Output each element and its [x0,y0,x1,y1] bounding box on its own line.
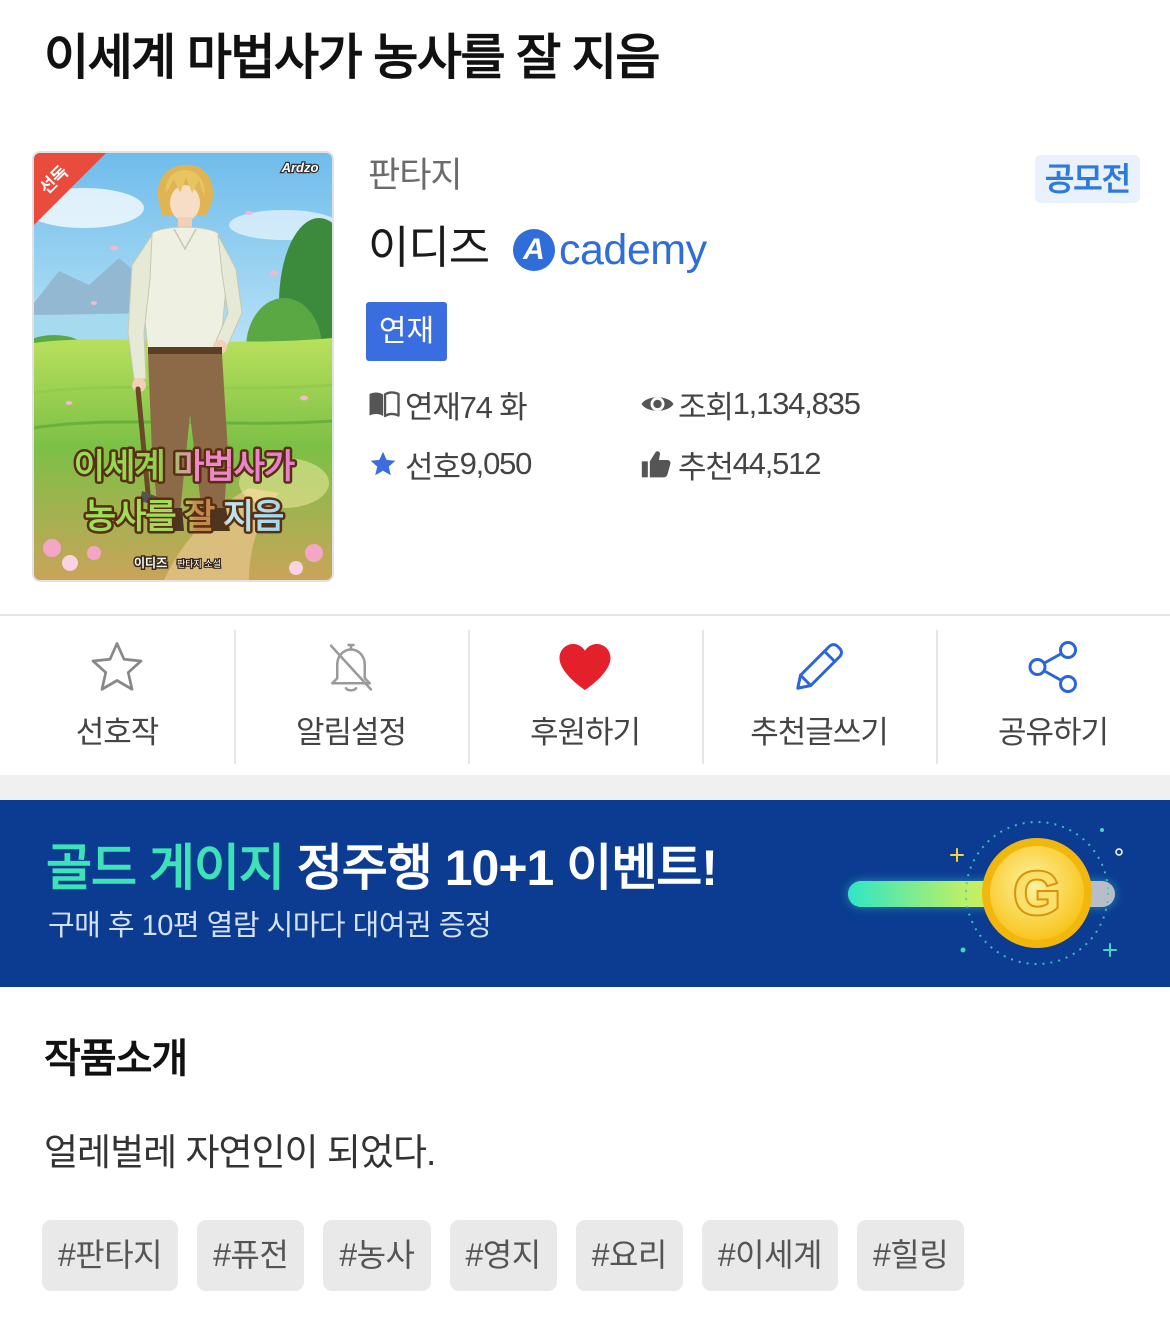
write-recommendation-button[interactable]: 추천글쓰기 [702,616,936,775]
cover-byline-genre: 판타지 소설 [177,559,221,569]
cover-title-line2: 농사를 잘 지음 [85,498,284,536]
favorite-button[interactable]: 선호작 [0,616,234,775]
stat-label: 조회 [678,389,734,425]
banner-headline: 골드 게이지 정주행 10+1 이벤트! [46,838,718,898]
intro-heading: 작품소개 [44,1037,188,1081]
novel-detail-page: 이세계 마법사가 농사를 잘 지음 선독 Ardzo 이세계 마법사가 농사를 … [0,0,1170,1332]
gold-coin-graphic: G [950,821,1123,965]
cover-byline-author: 이디즈 [134,555,167,570]
academy-mark-icon: A [513,229,555,271]
write-recommendation-label: 추천글쓰기 [750,715,889,750]
stat-value: 44,512 [732,446,822,481]
cover-publisher-logo: Ardzo [281,160,319,175]
stat-episodes: 연재 74 화 [368,384,528,425]
status-badge: 연재 [366,302,447,361]
tag-chip[interactable]: #퓨전 [197,1220,305,1291]
sponsor-button-label: 후원하기 [529,715,641,750]
stat-value: 9,050 [459,446,533,481]
stat-label: 선호 [405,449,461,485]
author-name-link[interactable]: 이디즈 [368,220,490,276]
action-separator [234,630,236,764]
banner-highlight-text: 골드 게이지 [46,840,285,896]
tag-chip[interactable]: #영지 [449,1220,557,1291]
cover-title-line1: 이세계 마법사가 [74,448,295,486]
academy-logo-text: cademy [559,226,707,274]
tag-list: #판타지 #퓨전 #농사 #영지 #요리 #이세계 #힐링 [42,1220,965,1291]
contest-badge[interactable]: 공모전 [1035,155,1140,203]
share-button[interactable]: 공유하기 [936,616,1170,775]
action-bar: 선호작 알림설정 후원하기 추천글쓰기 공유하기 [0,616,1170,775]
book-icon [369,391,400,418]
coin-g-icon: G [1014,860,1061,927]
stat-recommends: 추천 44,512 [640,444,822,485]
star-outline-icon [91,642,143,691]
action-separator [702,630,704,764]
academy-logo[interactable]: A cademy [513,228,707,272]
thumbs-up-icon [641,451,671,478]
banner-subtitle: 구매 후 10편 열람 시마다 대여권 증정 [48,910,492,942]
section-spacer [0,775,1170,800]
stat-label: 추천 [678,449,734,485]
heart-icon [559,644,611,690]
notification-settings-button[interactable]: 알림설정 [234,616,468,775]
sponsor-button[interactable]: 후원하기 [468,616,702,775]
favorite-button-label: 선호작 [75,715,160,750]
action-separator [468,630,470,764]
genre-link[interactable]: 판타지 [368,152,463,200]
star-icon [370,451,396,476]
page-title: 이세계 마법사가 농사를 잘 지음 [44,31,661,85]
tag-chip[interactable]: #판타지 [42,1220,179,1291]
cover-illustration: 선독 Ardzo 이세계 마법사가 농사를 잘 지음 이디즈 판타지 소설 [34,153,332,580]
tag-chip[interactable]: #농사 [323,1220,431,1291]
stat-label: 연재 [405,389,461,425]
cover-image[interactable]: 선독 Ardzo 이세계 마법사가 농사를 잘 지음 이디즈 판타지 소설 [32,151,334,582]
intro-description: 얼레벌레 자연인이 되었다. [44,1132,436,1173]
share-button-label: 공유하기 [997,715,1109,750]
tag-chip[interactable]: #이세계 [701,1220,838,1291]
tag-chip[interactable]: #요리 [575,1220,683,1291]
stat-favorites: 선호 9,050 [368,444,533,485]
bell-off-icon [329,643,373,692]
eye-icon [641,397,674,411]
share-icon [1028,640,1077,693]
notification-settings-label: 알림설정 [295,715,407,750]
pencil-icon [796,643,843,690]
banner-headline-text: 정주행 10+1 이벤트! [296,840,718,896]
stat-value: 1,134,835 [732,386,861,421]
stat-views: 조회 1,134,835 [640,384,861,425]
stat-value: 74 화 [459,389,528,425]
action-separator [936,630,938,764]
tag-chip[interactable]: #힐링 [857,1220,965,1291]
